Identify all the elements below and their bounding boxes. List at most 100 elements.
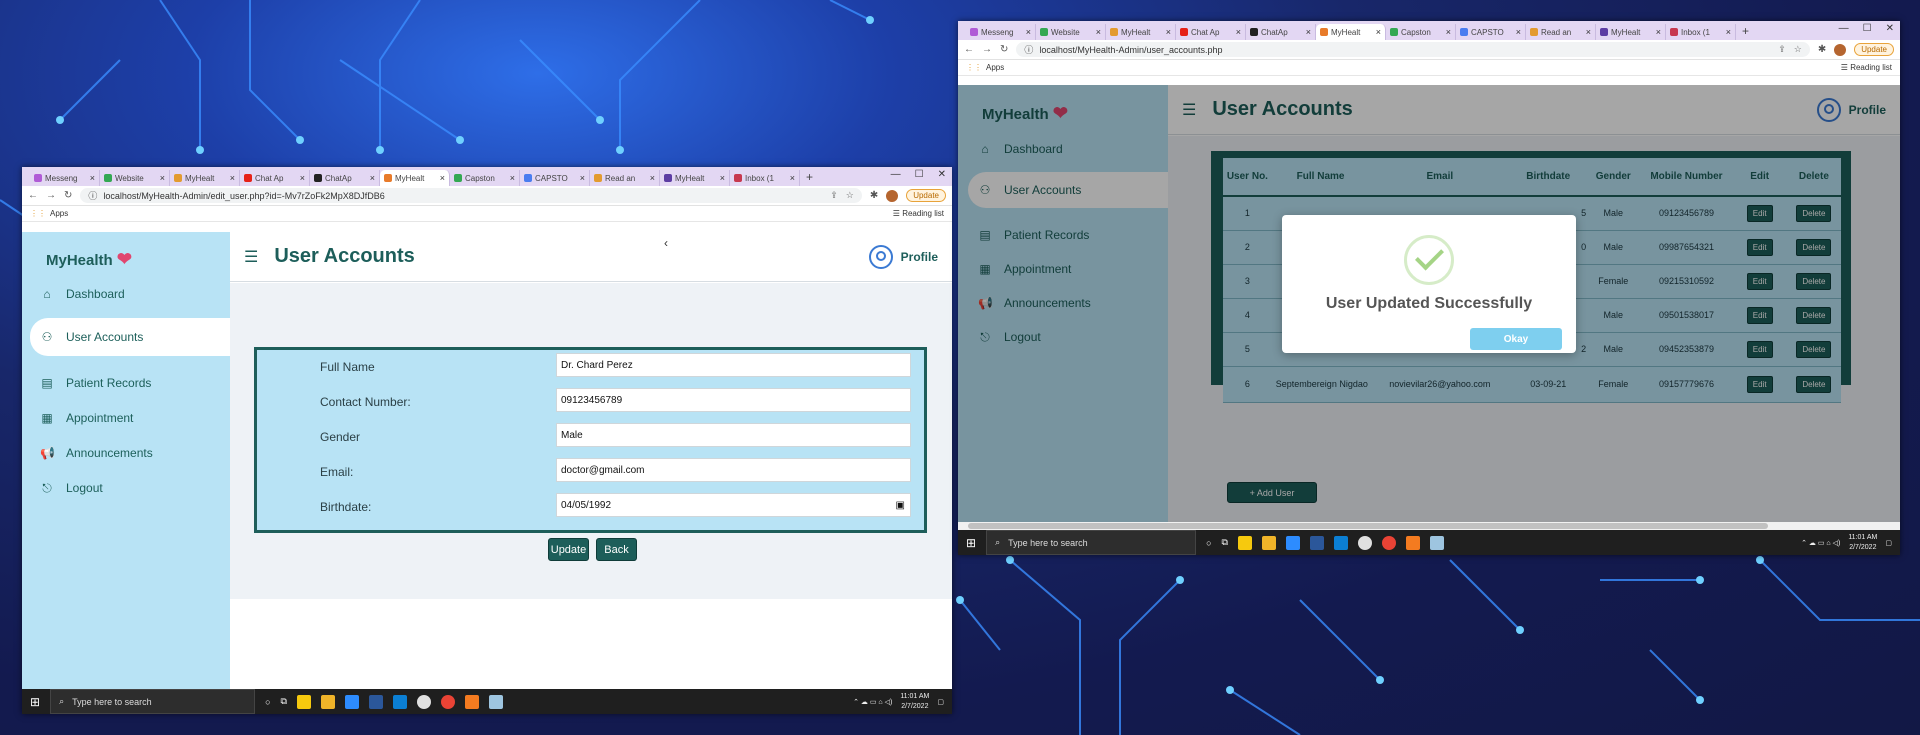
sticky-notes-icon[interactable] (296, 694, 311, 709)
back-button[interactable]: Back (596, 538, 637, 561)
close-icon[interactable]: × (650, 173, 655, 183)
close-icon[interactable]: × (1376, 27, 1381, 37)
xampp-icon[interactable] (464, 694, 479, 709)
close-icon[interactable]: × (1656, 27, 1661, 37)
browser-tab[interactable]: Capston × (1386, 24, 1456, 40)
browser-tab[interactable]: Chat Ap × (240, 170, 310, 186)
browser-tab[interactable]: Read an × (590, 170, 660, 186)
notification-icon[interactable]: ▢ (937, 698, 944, 706)
close-icon[interactable]: × (720, 173, 725, 183)
vscode-icon[interactable] (392, 694, 407, 709)
clock[interactable]: 11:01 AM 2/7/2022 (900, 692, 929, 712)
browser-tab[interactable]: Messeng × (30, 170, 100, 186)
sidebar-item-dashboard[interactable]: ⌂ Dashboard (40, 284, 220, 304)
apps-label[interactable]: Apps (50, 209, 68, 218)
task-view-icon[interactable]: ⧉ (281, 696, 287, 707)
maximize-icon[interactable]: ☐ (1863, 23, 1872, 34)
file-explorer-icon[interactable] (320, 694, 335, 709)
okay-button[interactable]: Okay (1470, 328, 1562, 350)
sidebar-item-announcements[interactable]: 📢 Announcements (40, 443, 220, 463)
clock[interactable]: 11:01 AM 2/7/2022 (1848, 533, 1877, 553)
word-icon[interactable] (368, 694, 383, 709)
browser-tab[interactable]: CAPSTO × (1456, 24, 1526, 40)
forward-icon[interactable]: → (982, 44, 992, 55)
close-icon[interactable]: × (1236, 27, 1241, 37)
reload-icon[interactable]: ↻ (64, 190, 72, 201)
back-icon[interactable]: ← (28, 190, 38, 201)
update-button[interactable]: Update (906, 189, 946, 202)
browser-tab[interactable]: Website × (1036, 24, 1106, 40)
close-icon[interactable]: × (1306, 27, 1311, 37)
star-icon[interactable]: ☆ (1794, 44, 1802, 55)
sidebar-item-logout[interactable]: ⎋ Logout (40, 478, 220, 498)
share-icon[interactable]: ⇪ (1778, 44, 1786, 55)
forward-icon[interactable]: → (46, 190, 56, 201)
close-icon[interactable]: × (370, 173, 375, 183)
url-field[interactable]: ⓘ localhost/MyHealth-Admin/edit_user.php?… (80, 188, 862, 203)
browser-tab[interactable]: Website × (100, 170, 170, 186)
close-icon[interactable]: × (1166, 27, 1171, 37)
update-button[interactable]: Update (1854, 43, 1894, 56)
close-icon[interactable]: × (440, 173, 445, 183)
word-icon[interactable] (1309, 535, 1324, 550)
apps-icon[interactable]: ⋮⋮ (966, 63, 982, 72)
browser-tab[interactable]: Chat Ap × (1176, 24, 1246, 40)
share-icon[interactable]: ⇪ (830, 190, 838, 201)
browser-tab[interactable]: ChatAp × (310, 170, 380, 186)
browser-tab[interactable]: Messeng × (966, 24, 1036, 40)
chrome-icon[interactable] (1381, 535, 1396, 550)
new-tab-icon[interactable]: + (1742, 24, 1749, 38)
sticky-notes-icon[interactable] (1237, 535, 1252, 550)
sidebar-item-appointment[interactable]: ▦ Appointment (40, 408, 220, 428)
close-icon[interactable]: × (90, 173, 95, 183)
browser-tab[interactable]: Read an × (1526, 24, 1596, 40)
extensions-icon[interactable]: ✱ (870, 190, 878, 201)
task-view-icon[interactable]: ⧉ (1222, 537, 1228, 548)
apps-label[interactable]: Apps (986, 63, 1004, 72)
close-icon[interactable]: × (1026, 27, 1031, 37)
browser-tab[interactable]: MyHealt × (170, 170, 240, 186)
sidebar-item-patient-records[interactable]: ▤ Patient Records (40, 373, 220, 393)
maximize-icon[interactable]: ☐ (915, 169, 924, 180)
cortana-icon[interactable]: ○ (1206, 538, 1211, 548)
browser-tab[interactable]: MyHealt × (1596, 24, 1666, 40)
app-icon[interactable] (488, 694, 503, 709)
obs-icon[interactable] (416, 694, 431, 709)
browser-tab[interactable]: Inbox (1 × (730, 170, 800, 186)
file-explorer-icon[interactable] (1261, 535, 1276, 550)
windows-start-icon[interactable]: ⊞ (30, 695, 40, 709)
scrollbar-thumb[interactable] (968, 523, 1768, 529)
close-icon[interactable]: × (510, 173, 515, 183)
browser-tab[interactable]: Inbox (1 × (1666, 24, 1736, 40)
close-icon[interactable]: × (1096, 27, 1101, 37)
obs-icon[interactable] (1357, 535, 1372, 550)
url-field[interactable]: ⓘ localhost/MyHealth-Admin/user_accounts.… (1016, 42, 1810, 57)
browser-tab[interactable]: ChatAp × (1246, 24, 1316, 40)
calendar-picker-icon[interactable]: ▣ (896, 500, 905, 511)
avatar[interactable] (1834, 43, 1847, 56)
collapse-icon[interactable]: ‹ (664, 236, 668, 250)
close-icon[interactable]: × (160, 173, 165, 183)
minimize-icon[interactable]: — (1839, 23, 1849, 34)
chrome-icon[interactable] (440, 694, 455, 709)
contact-number-field[interactable]: 09123456789 (556, 388, 911, 412)
cortana-icon[interactable]: ○ (265, 697, 270, 707)
back-icon[interactable]: ← (964, 44, 974, 55)
xampp-icon[interactable] (1405, 535, 1420, 550)
hamburger-icon[interactable]: ☰ (244, 247, 258, 267)
new-tab-icon[interactable]: + (806, 170, 813, 184)
taskbar-search[interactable]: ⌕ Type here to search (50, 689, 256, 714)
tray-icons[interactable]: ⌃ ☁ ▭ ⌂ ◁) (853, 698, 892, 706)
zoom-icon[interactable] (344, 694, 359, 709)
gender-field[interactable]: Male (556, 423, 911, 447)
reading-list[interactable]: ☰ Reading list (893, 209, 944, 218)
close-icon[interactable]: × (1726, 27, 1731, 37)
close-icon[interactable]: × (230, 173, 235, 183)
browser-tab[interactable]: MyHealt × (1106, 24, 1176, 40)
close-icon[interactable]: × (1586, 27, 1591, 37)
taskbar-search[interactable]: ⌕ Type here to search (986, 530, 1197, 555)
sidebar-item-user-accounts[interactable]: ⚇ User Accounts (30, 318, 230, 356)
reload-icon[interactable]: ↻ (1000, 44, 1008, 55)
browser-tab[interactable]: CAPSTO × (520, 170, 590, 186)
apps-icon[interactable]: ⋮⋮ (30, 209, 46, 218)
